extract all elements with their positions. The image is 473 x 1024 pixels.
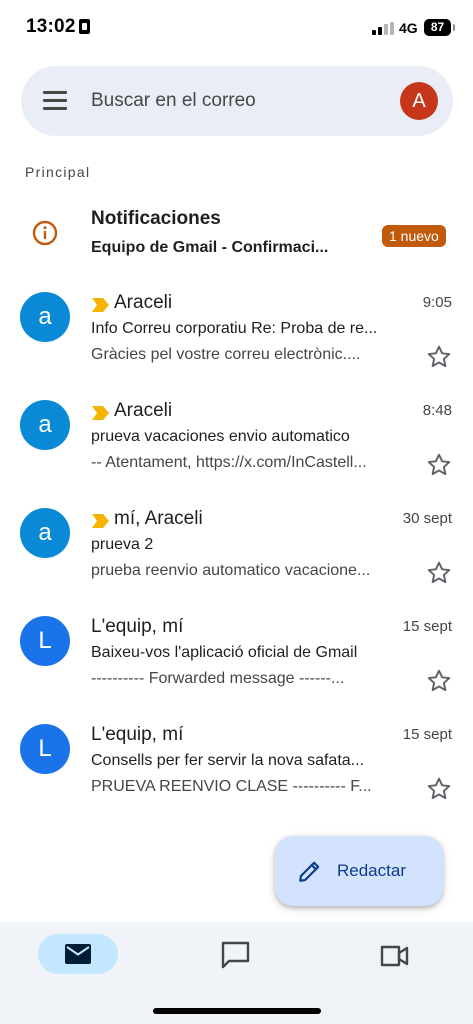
email-subject: prueva vacaciones envio automatico	[91, 428, 350, 445]
info-icon	[32, 220, 58, 246]
email-row[interactable]: a mí, Araceli 30 sept prueva 2 prueba re…	[0, 505, 473, 605]
account-avatar[interactable]: A	[400, 82, 438, 120]
importance-marker-icon	[92, 406, 109, 420]
bottom-navigation	[0, 922, 473, 1024]
search-input[interactable]: Buscar en el correo	[91, 90, 256, 112]
importance-marker-icon	[92, 298, 109, 312]
email-subject: Info Correu corporatiu Re: Proba de re..…	[91, 320, 378, 337]
section-label: Principal	[25, 164, 91, 180]
sender-avatar: a	[20, 508, 70, 558]
email-date: 8:48	[422, 402, 452, 419]
search-bar[interactable]: Buscar en el correo A	[21, 66, 453, 136]
sender-avatar: a	[20, 292, 70, 342]
sender-name: mí, Araceli	[114, 508, 203, 529]
sender-name: L'equip, mí	[91, 616, 184, 637]
email-snippet: -- Atentament, https://x.com/InCastell..…	[91, 454, 367, 471]
email-row[interactable]: L L'equip, mí 15 sept Baixeu-vos l'aplic…	[0, 613, 473, 713]
email-snippet: prueba reenvio automatico vacacione...	[91, 562, 371, 579]
star-icon[interactable]	[426, 560, 452, 586]
email-date: 15 sept	[402, 618, 452, 635]
new-count-badge: 1 nuevo	[382, 225, 446, 247]
email-snippet: Gràcies pel vostre correu electrònic....	[91, 346, 361, 363]
home-indicator[interactable]	[153, 1008, 321, 1014]
status-bar: 13:02 4G 87	[0, 0, 473, 56]
email-row[interactable]: L L'equip, mí 15 sept Consells per fer s…	[0, 721, 473, 821]
compose-button[interactable]: Redactar	[275, 836, 443, 906]
sim-card-icon	[79, 19, 90, 34]
email-date: 9:05	[422, 294, 452, 311]
sender-name: Araceli	[114, 292, 173, 313]
star-icon[interactable]	[426, 668, 452, 694]
signal-strength-icon	[372, 22, 394, 35]
sender-name: Araceli	[114, 400, 173, 421]
sender-name: L'equip, mí	[91, 724, 184, 745]
battery-icon: 87	[424, 19, 455, 36]
chat-icon[interactable]	[219, 940, 253, 970]
video-icon[interactable]	[377, 942, 411, 970]
email-subject: Consells per fer servir la nova safata..…	[91, 752, 365, 769]
sender-avatar: L	[20, 616, 70, 666]
status-time: 13:02	[26, 16, 76, 37]
sender-avatar: a	[20, 400, 70, 450]
mail-icon	[65, 944, 91, 964]
email-date: 30 sept	[402, 510, 452, 527]
email-row[interactable]: a Araceli 8:48 prueva vacaciones envio a…	[0, 397, 473, 497]
star-icon[interactable]	[426, 452, 452, 478]
notifications-subtitle: Equipo de Gmail - Confirmaci...	[91, 239, 329, 256]
notifications-title: Notificaciones	[91, 208, 221, 229]
star-icon[interactable]	[426, 344, 452, 370]
compose-label: Redactar	[337, 861, 406, 880]
email-subject: prueva 2	[91, 536, 154, 553]
notifications-bundle-row[interactable]: Notificaciones Equipo de Gmail - Confirm…	[0, 196, 473, 272]
importance-marker-icon	[92, 514, 109, 528]
email-date: 15 sept	[402, 726, 452, 743]
email-row[interactable]: a Araceli 9:05 Info Correu corporatiu Re…	[0, 289, 473, 389]
nav-mail-tab[interactable]	[38, 934, 118, 974]
network-type: 4G	[399, 20, 418, 36]
email-subject: Baixeu-vos l'aplicació oficial de Gmail	[91, 644, 358, 661]
menu-icon[interactable]	[43, 91, 67, 111]
star-icon[interactable]	[426, 776, 452, 802]
email-snippet: PRUEVA REENVIO CLASE ---------- F...	[91, 778, 372, 795]
email-snippet: ---------- Forwarded message ------...	[91, 670, 345, 687]
pencil-icon	[299, 861, 320, 882]
sender-avatar: L	[20, 724, 70, 774]
